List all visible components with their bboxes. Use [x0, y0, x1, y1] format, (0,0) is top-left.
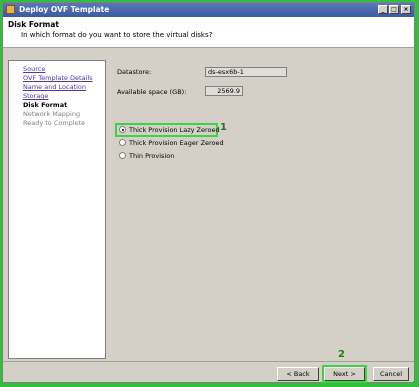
nav-item-source[interactable]: Source — [23, 65, 45, 73]
disk-format-panel: Datastore: ds-esx6b-1 Available space (G… — [109, 60, 411, 359]
radio-label: Thick Provision Eager Zeroed — [129, 139, 224, 147]
radio-selected-icon[interactable] — [119, 126, 126, 133]
corner-background — [413, 381, 419, 387]
minimize-button[interactable]: _ — [378, 5, 388, 14]
title-bar[interactable]: Deploy OVF Template _ □ × — [3, 3, 414, 17]
back-button[interactable]: < Back — [277, 367, 319, 381]
close-button[interactable]: × — [401, 5, 411, 14]
datastore-value: ds-esx6b-1 — [205, 67, 287, 77]
app-icon — [6, 5, 15, 14]
datastore-label: Datastore: — [117, 68, 152, 76]
nav-item-name-and-location[interactable]: Name and Location — [23, 83, 86, 91]
nav-item-ready-to-complete: Ready to Complete — [23, 119, 86, 127]
available-space-value: 2569.9 — [205, 86, 243, 96]
deploy-ovf-window: Deploy OVF Template _ □ × Disk Format In… — [2, 2, 415, 383]
next-button[interactable]: Next > — [324, 367, 365, 381]
nav-item-network-mapping: Network Mapping — [23, 110, 81, 118]
wizard-step-list: Source OVF Template Details Name and Loc… — [8, 60, 106, 359]
nav-item-ovf-template-details[interactable]: OVF Template Details — [23, 74, 93, 82]
radio-label: Thin Provision — [129, 152, 175, 160]
nav-item-disk-format: Disk Format — [23, 101, 68, 109]
annotation-step-2: 2 — [338, 349, 345, 360]
page-subtitle: In which format do you want to store the… — [21, 31, 213, 39]
radio-unselected-icon[interactable] — [119, 139, 126, 146]
page-title: Disk Format — [8, 20, 59, 29]
annotation-step-1: 1 — [220, 122, 227, 133]
page-header: Disk Format In which format do you want … — [3, 17, 414, 48]
maximize-button[interactable]: □ — [389, 5, 399, 14]
footer-divider — [3, 361, 414, 362]
radio-label: Thick Provision Lazy Zeroed — [129, 126, 220, 134]
radio-unselected-icon[interactable] — [119, 152, 126, 159]
window-title: Deploy OVF Template — [19, 5, 110, 14]
available-space-label: Available space (GB): — [117, 88, 187, 96]
nav-item-storage[interactable]: Storage — [23, 92, 48, 100]
cancel-button[interactable]: Cancel — [373, 367, 409, 381]
